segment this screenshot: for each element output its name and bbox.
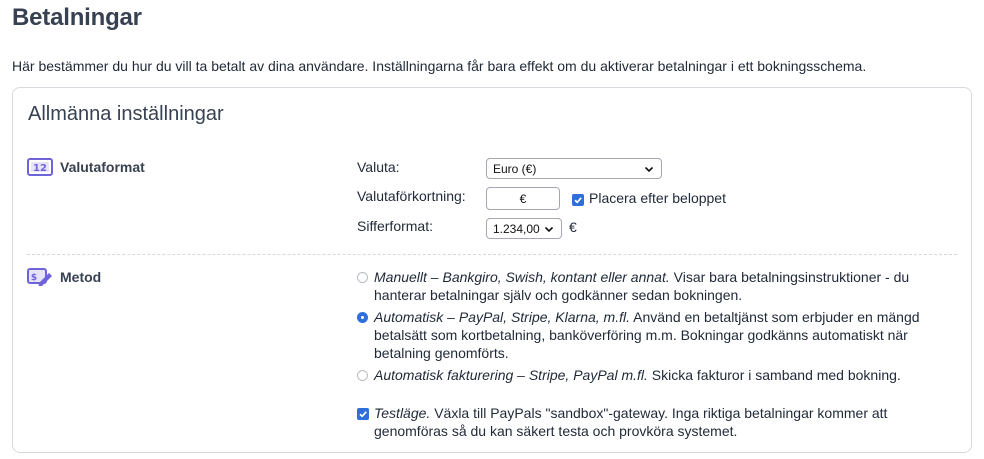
after-amount-label: Placera efter beloppet xyxy=(589,190,726,206)
card-title: Allmänna inställningar xyxy=(28,103,224,125)
method-invoice-description: Skicka fakturor i samband med bokning. xyxy=(647,367,901,383)
chevron-down-icon xyxy=(643,163,655,175)
test-mode-description: Växla till PayPals "sandbox"-gateway. In… xyxy=(374,405,888,439)
method-manual-title: Manuellt – Bankgiro, Swish, kontant elle… xyxy=(374,269,670,285)
method-manual-text: Manuellt – Bankgiro, Swish, kontant elle… xyxy=(374,268,934,304)
method-manual-radio[interactable] xyxy=(357,272,368,283)
svg-text:12: 12 xyxy=(33,163,47,174)
currency-abbrev-label: Valutaförkortning: xyxy=(357,188,466,204)
test-mode-text: Testläge. Växla till PayPals "sandbox"-g… xyxy=(374,404,934,440)
method-automatic-text: Automatisk – PayPal, Stripe, Klarna, m.f… xyxy=(374,308,934,362)
number-12-icon: 12 xyxy=(27,158,53,176)
test-mode-title: Testläge. xyxy=(374,405,431,421)
number-format-label: Sifferformat: xyxy=(357,218,433,234)
currency-abbrev-value: € xyxy=(519,191,527,206)
method-invoice-title: Automatisk fakturering – Stripe, PayPal … xyxy=(374,367,648,383)
chevron-down-icon xyxy=(543,223,555,235)
section-divider xyxy=(27,254,957,255)
currency-select-value: Euro (€) xyxy=(493,161,537,176)
currency-format-label: Valutaformat xyxy=(60,159,145,175)
method-automatic-radio[interactable] xyxy=(357,312,368,323)
number-format-suffix: € xyxy=(569,219,577,235)
currency-select[interactable]: Euro (€) xyxy=(486,158,662,179)
payment-edit-icon: $ xyxy=(27,268,53,286)
currency-label: Valuta: xyxy=(357,159,400,175)
number-format-select[interactable]: 1.234,00 xyxy=(486,218,562,239)
svg-text:$: $ xyxy=(31,273,37,283)
method-invoice-text: Automatisk fakturering – Stripe, PayPal … xyxy=(374,366,934,384)
method-label: Metod xyxy=(60,269,102,285)
method-invoice-radio[interactable] xyxy=(357,370,368,381)
after-amount-checkbox[interactable] xyxy=(572,194,584,206)
page-intro: Här bestämmer du hur du vill ta betalt a… xyxy=(12,58,867,74)
currency-abbrev-input[interactable]: € xyxy=(486,187,560,210)
page-title: Betalningar xyxy=(12,4,142,31)
test-mode-checkbox[interactable] xyxy=(357,408,369,420)
general-settings-card: Allmänna inställningar 12 Valutaformat V… xyxy=(12,87,972,453)
method-automatic-title: Automatisk – PayPal, Stripe, Klarna, m.f… xyxy=(374,309,630,325)
number-format-value: 1.234,00 xyxy=(493,221,540,236)
